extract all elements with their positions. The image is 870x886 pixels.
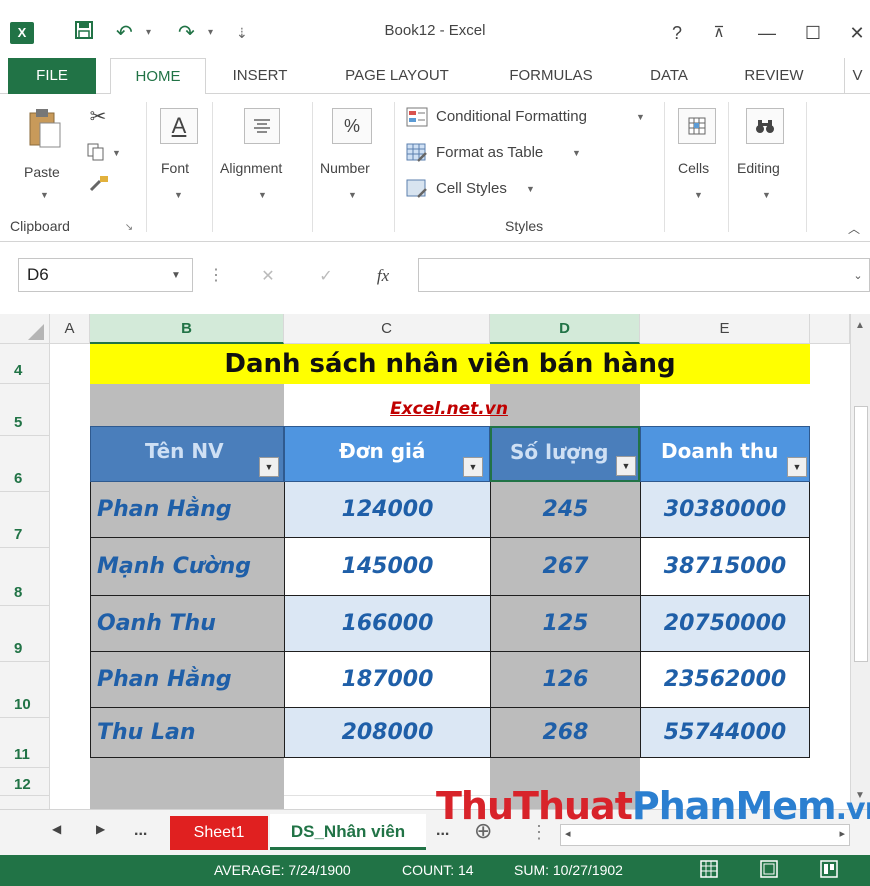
collapse-ribbon-icon[interactable]: ︿: [846, 220, 862, 236]
insert-function-icon[interactable]: fx: [368, 262, 398, 290]
name-box-dropdown-icon[interactable]: ▼: [168, 268, 184, 282]
cell-styles-button[interactable]: Cell Styles: [436, 180, 507, 197]
watermark-logo: ThuThuatPhanMem.vn: [436, 784, 870, 828]
cut-icon[interactable]: ✂: [86, 104, 110, 128]
format-painter-icon[interactable]: [86, 172, 112, 196]
ribbon-display-options-icon[interactable]: ⊼: [704, 18, 734, 48]
format-as-table-dropdown-icon[interactable]: ▼: [572, 148, 581, 158]
format-as-table-button[interactable]: Format as Table: [436, 144, 543, 161]
conditional-formatting-icon[interactable]: [404, 106, 430, 128]
cell-styles-dropdown-icon[interactable]: ▼: [526, 184, 535, 194]
alignment-icon[interactable]: [244, 108, 280, 144]
tab-view[interactable]: V: [844, 58, 870, 94]
enter-icon[interactable]: ✓: [314, 264, 338, 288]
cancel-icon[interactable]: ✕: [256, 264, 280, 288]
status-average[interactable]: AVERAGE: 7/24/1900: [214, 862, 351, 878]
binoculars-icon[interactable]: [746, 108, 784, 144]
formula-bar: D6 ▼ ⋮ ✕ ✓ fx ⌄: [0, 250, 870, 302]
font-label[interactable]: Font: [161, 160, 189, 176]
number-label[interactable]: Number: [320, 160, 370, 176]
scroll-left-icon[interactable]: ◂: [565, 827, 571, 840]
conditional-formatting-dropdown-icon[interactable]: ▼: [636, 112, 645, 122]
editing-dropdown-icon[interactable]: ▼: [762, 190, 771, 200]
alignment-label[interactable]: Alignment: [220, 160, 282, 176]
cells-dropdown-icon[interactable]: ▼: [694, 190, 703, 200]
next-sheet-icon[interactable]: ▶: [96, 822, 105, 836]
tab-page-layout[interactable]: PAGE LAYOUT: [326, 58, 468, 94]
worksheet-grid[interactable]: A B C D E 4 5 6 7 8 9 10 11 12 Danh sách…: [0, 314, 870, 809]
styles-group-label: Styles: [505, 218, 544, 234]
status-count[interactable]: COUNT: 14: [402, 862, 474, 878]
copy-icon[interactable]: [84, 140, 108, 164]
number-icon[interactable]: %: [332, 108, 372, 144]
tab-data[interactable]: DATA: [636, 58, 702, 94]
help-button[interactable]: ?: [662, 18, 692, 48]
ribbon: Paste ▼ ✂ ▼ Clipboard ↘ A Font ▼ Alignme…: [0, 94, 870, 242]
cell-styles-icon[interactable]: [404, 178, 430, 200]
sheet-tab-ds-nhan-vien[interactable]: DS_Nhân viên: [270, 814, 426, 850]
more-sheets-left[interactable]: ...: [134, 822, 147, 840]
page-break-view-icon[interactable]: [820, 860, 838, 881]
tab-formulas[interactable]: FORMULAS: [490, 58, 612, 94]
expand-formula-bar-icon[interactable]: ⌄: [850, 268, 866, 282]
prev-sheet-icon[interactable]: ◀: [52, 822, 61, 836]
maximize-button[interactable]: ☐: [798, 18, 828, 48]
cells-icon[interactable]: [678, 108, 716, 144]
format-as-table-icon[interactable]: [404, 142, 430, 164]
number-dropdown-icon[interactable]: ▼: [348, 190, 357, 200]
formula-bar-grip-icon[interactable]: ⋮: [208, 264, 224, 286]
annotation-arrows: [0, 314, 870, 809]
title-bar: X ↶ ▾ ↷ ▾ ⇣ Book12 - Excel ? ⊼ — ☐ ✕: [0, 0, 870, 58]
conditional-formatting-button[interactable]: Conditional Formatting: [436, 108, 587, 125]
editing-label[interactable]: Editing: [737, 160, 780, 176]
sheet-tab-bar: ◀ ▶ ... Sheet1 DS_Nhân viên ... ⊕ ⋮ ◂ ▸ …: [0, 784, 870, 855]
alignment-dropdown-icon[interactable]: ▼: [258, 190, 267, 200]
minimize-button[interactable]: —: [752, 18, 782, 48]
clipboard-launcher-icon[interactable]: ↘: [122, 220, 136, 234]
font-dropdown-icon[interactable]: ▼: [174, 190, 183, 200]
tab-file[interactable]: FILE: [8, 58, 96, 94]
tab-home[interactable]: HOME: [110, 58, 206, 95]
clipboard-group-label: Clipboard: [10, 218, 70, 234]
cells-label[interactable]: Cells: [678, 160, 709, 176]
sheet-tab-sheet1[interactable]: Sheet1: [170, 816, 268, 850]
tab-review[interactable]: REVIEW: [724, 58, 824, 94]
paste-dropdown-icon[interactable]: ▼: [40, 190, 49, 200]
font-icon[interactable]: A: [160, 108, 198, 144]
status-sum[interactable]: SUM: 10/27/1902: [514, 862, 623, 878]
ribbon-tabs: FILE HOME INSERT PAGE LAYOUT FORMULAS DA…: [0, 58, 870, 95]
paste-icon[interactable]: [22, 106, 66, 150]
scroll-right-icon[interactable]: ▸: [839, 827, 845, 840]
page-layout-view-icon[interactable]: [760, 860, 778, 881]
close-button[interactable]: ✕: [842, 18, 870, 48]
paste-label[interactable]: Paste: [24, 164, 60, 180]
name-box[interactable]: D6: [18, 258, 193, 292]
window-title: Book12 - Excel: [384, 22, 486, 39]
copy-dropdown-icon[interactable]: ▼: [112, 148, 121, 158]
formula-input[interactable]: [418, 258, 870, 292]
status-bar: AVERAGE: 7/24/1900 COUNT: 14 SUM: 10/27/…: [0, 855, 870, 886]
normal-view-icon[interactable]: [700, 860, 718, 881]
tab-insert[interactable]: INSERT: [220, 58, 300, 94]
